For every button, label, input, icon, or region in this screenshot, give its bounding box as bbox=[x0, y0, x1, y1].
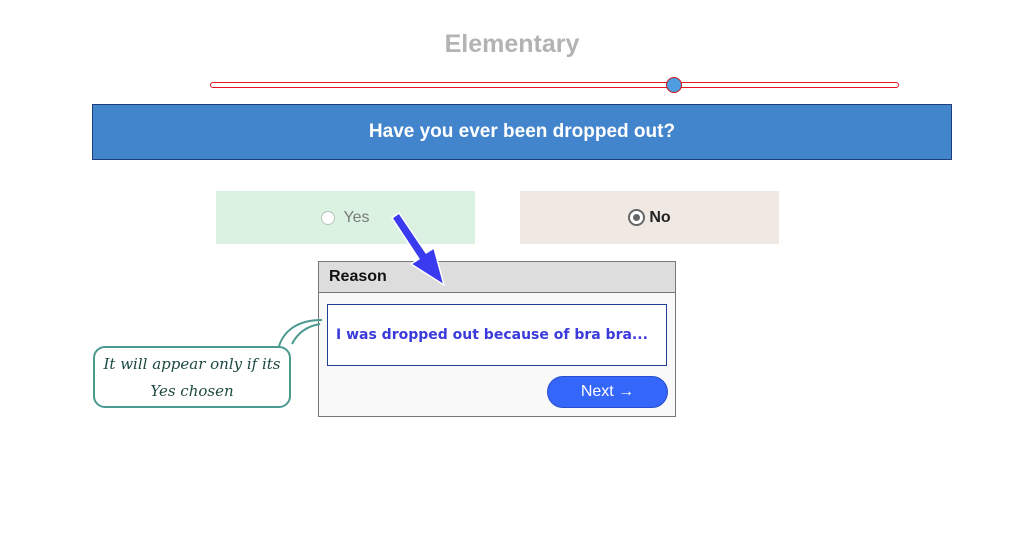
option-no-label: No bbox=[649, 208, 671, 226]
radio-no[interactable] bbox=[628, 209, 646, 226]
reason-header: Reason bbox=[319, 262, 675, 293]
next-button[interactable]: Next → bbox=[547, 376, 668, 408]
pointer-arrow-icon bbox=[391, 212, 445, 286]
question-text: Have you ever been dropped out? bbox=[368, 121, 676, 142]
question-banner: Have you ever been dropped out? bbox=[92, 104, 952, 160]
level-slider-thumb[interactable] bbox=[666, 77, 682, 93]
reason-input[interactable]: I was dropped out because of bra bra... bbox=[327, 304, 667, 366]
option-yes-label: Yes bbox=[343, 208, 370, 226]
reason-panel: Reason I was dropped out because of bra … bbox=[318, 261, 676, 417]
level-slider-track[interactable] bbox=[210, 82, 899, 88]
option-no[interactable]: No bbox=[520, 191, 779, 244]
annotation-callout: It will appear only if its Yes chosen bbox=[93, 346, 291, 408]
page: Elementary Have you ever been dropped ou… bbox=[0, 0, 1028, 545]
radio-yes[interactable] bbox=[321, 210, 336, 225]
level-title: Elementary bbox=[444, 30, 580, 58]
